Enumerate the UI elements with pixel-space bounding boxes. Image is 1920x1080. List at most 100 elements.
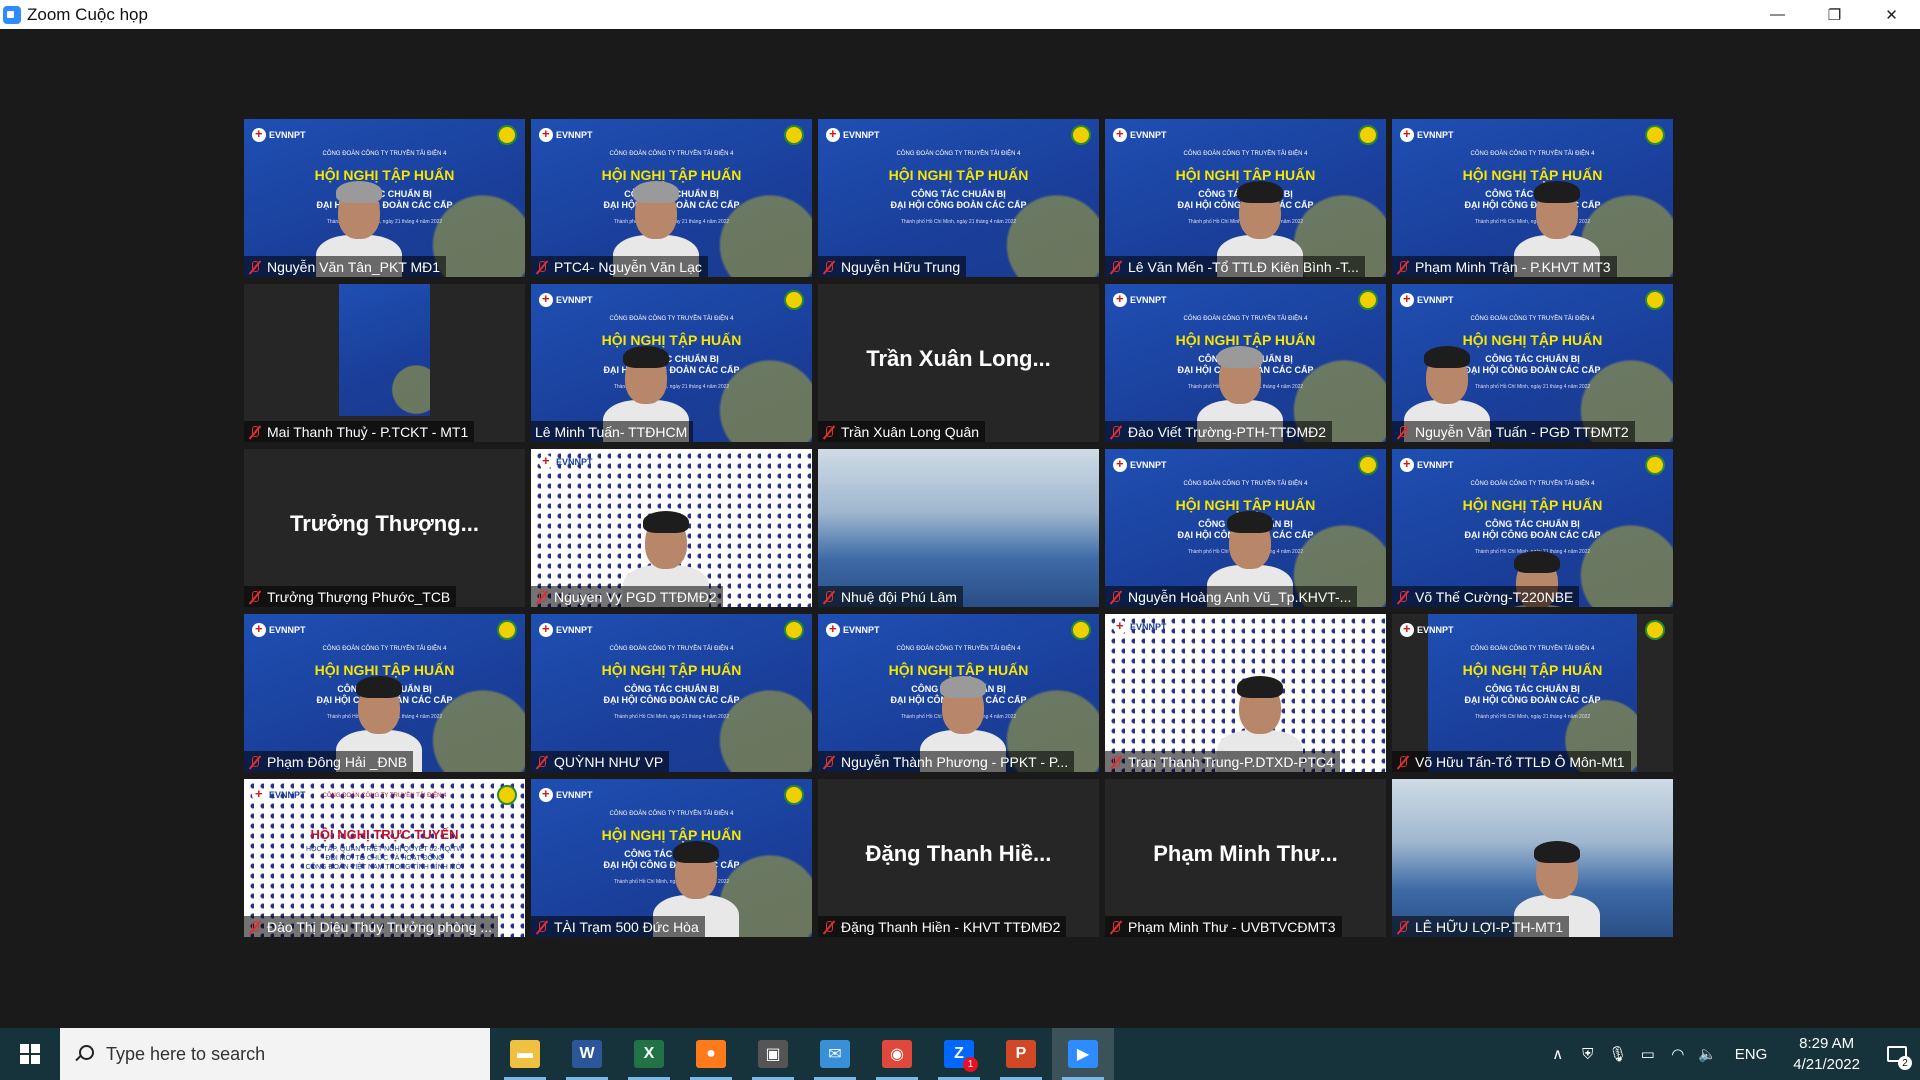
person-hair	[356, 676, 402, 698]
participant-name: LÊ HỮU LỢI-P.TH-MT1	[1415, 918, 1564, 935]
taskbar-clock[interactable]: 8:29 AM 4/21/2022	[1779, 1033, 1874, 1075]
participant-name: Trần Xuân Long Quân	[841, 423, 980, 440]
participant-tile[interactable]: EVNNPTCÔNG ĐOÀN CÔNG TY TRUYỀN TẢI ĐIỆN …	[1392, 284, 1673, 442]
slide-header: EVNNPT	[1400, 125, 1665, 145]
union-badge-icon	[1071, 620, 1091, 640]
show-hidden-icons-button[interactable]: ∧	[1543, 1028, 1573, 1080]
restore-button[interactable]: ❐	[1806, 0, 1863, 29]
taskbar-search-box[interactable]: Type here to search	[60, 1028, 490, 1080]
participant-display-name: Đặng Thanh Hiề...	[865, 841, 1052, 866]
participant-tile[interactable]: EVNNPTCÔNG ĐOÀN CÔNG TY TRUYỀN TẢI ĐIỆN …	[1105, 284, 1386, 442]
taskbar-app-chrome[interactable]: ◉	[866, 1028, 928, 1080]
participant-tile[interactable]: LÊ HỮU LỢI-P.TH-MT1	[1392, 779, 1673, 937]
participant-tile[interactable]: EVNNPTCÔNG ĐOÀN CÔNG TY TRUYỀN TẢI ĐIỆN …	[1105, 449, 1386, 607]
evn-logo: EVNNPT	[826, 126, 880, 142]
slide-header: EVNNPT	[539, 785, 804, 805]
participant-name: Nguyen Vy PGD TTĐMĐ2	[554, 588, 717, 605]
participant-tile[interactable]: Phạm Minh Thư... Phạm Minh Thư - UVBTVCĐM…	[1105, 779, 1386, 937]
participant-tile[interactable]: EVNNPTCÔNG ĐOÀN CÔNG TY TRUYỀN TẢI ĐIỆN …	[244, 119, 525, 277]
wifi-icon[interactable]: ◠	[1663, 1028, 1693, 1080]
slide-header: EVNNPT	[252, 620, 517, 640]
taskbar-app-presentation[interactable]: ▣	[742, 1028, 804, 1080]
mic-muted-icon	[822, 425, 836, 439]
taskbar-app-zoom[interactable]: ▶	[1052, 1028, 1114, 1080]
participant-tile[interactable]: Mai Thanh Thuỷ - P.TCKT - MT1	[244, 284, 525, 442]
mic-muted-icon	[1396, 590, 1410, 604]
mic-muted-icon	[1396, 755, 1410, 769]
participant-name-bar: Nguyễn Văn Tuấn - PGĐ TTĐMT2	[1392, 421, 1635, 442]
person-hair	[1534, 841, 1580, 863]
participant-tile[interactable]: EVNNPT CÔNG ĐOÀN CÔNG TY TRUYỀN TẢI ĐIỆN …	[818, 119, 1099, 277]
evn-logo-text: EVNNPT	[1417, 295, 1454, 305]
slide-header: EVNNPT	[826, 125, 1091, 145]
participant-tile[interactable]: EVNNPT CÔNG ĐOÀN CÔNG TY TRUYỀN TẢI ĐIỆN …	[531, 119, 812, 277]
participant-tile[interactable]: EVNNPT Tran Thanh Trung-P.DTXD-PTC4	[1105, 614, 1386, 772]
participant-tile[interactable]: EVNNPTCÔNG ĐOÀN CÔNG TY TRUYỀN TẢI ĐIỆN …	[531, 284, 812, 442]
evn-logo-icon	[539, 291, 553, 307]
participant-name-bar: Tran Thanh Trung-P.DTXD-PTC4	[1105, 751, 1340, 772]
participant-name: Nguyễn Hữu Trung	[841, 258, 961, 275]
participant-tile[interactable]: Trưởng Thượng... Trưởng Thượng Phước_TCB	[244, 449, 525, 607]
evn-logo-icon	[1113, 291, 1127, 307]
participant-tile[interactable]: EVNNPTCÔNG ĐOÀN CÔNG TY TRUYỀN TẢI ĐIỆN …	[1392, 614, 1673, 772]
start-button[interactable]	[0, 1028, 60, 1080]
mic-muted-icon	[822, 260, 836, 274]
microphone-icon[interactable]: 🎙	[1603, 1028, 1633, 1080]
participant-tile[interactable]: Đặng Thanh Hiề... Đặng Thanh Hiền - KHVT …	[818, 779, 1099, 937]
minimize-button[interactable]: —	[1749, 0, 1806, 29]
participant-tile[interactable]: EVNNPTCÔNG ĐOÀN CÔNG TY TRUYỀN TẢI ĐIỆN …	[1392, 449, 1673, 607]
taskbar-app-powerpoint[interactable]: P	[990, 1028, 1052, 1080]
participant-tile[interactable]: Nhuệ đội Phú Lâm	[818, 449, 1099, 607]
person-hair	[1424, 346, 1470, 368]
slide-header: EVNNPT	[539, 620, 804, 640]
slide-union-name: CÔNG ĐOÀN CÔNG TY TRUYỀN TẢI ĐIỆN 4	[609, 151, 734, 157]
taskbar-app-word[interactable]: W	[556, 1028, 618, 1080]
participant-tile[interactable]: EVNNPTCÔNG ĐOÀN CÔNG TY TRUYỀN TẢI ĐIỆN …	[1105, 119, 1386, 277]
participant-name-bar: Đào Viết Trường-PTH-TTĐMĐ2	[1105, 421, 1332, 442]
participant-name: QUỲNH NHƯ VP	[554, 753, 664, 770]
taskbar-app-excel[interactable]: X	[618, 1028, 680, 1080]
security-icon[interactable]: ⛨	[1573, 1028, 1603, 1080]
evn-logo-text: EVNNPT	[1130, 622, 1167, 632]
shared-slide-background	[339, 284, 430, 416]
participant-tile[interactable]: EVNNPTCÔNG ĐOÀN CÔNG TY TRUYỀN TẢI ĐIỆN …	[244, 614, 525, 772]
participant-tile[interactable]: EVNNPTCÔNG ĐOÀN CÔNG TY TRUYỀN TẢI ĐIỆN …	[1392, 119, 1673, 277]
input-language[interactable]: ENG	[1723, 1046, 1780, 1063]
participant-tile[interactable]: Trần Xuân Long... Trần Xuân Long Quân	[818, 284, 1099, 442]
volume-icon[interactable]: 🔈	[1693, 1028, 1723, 1080]
participant-name: Trưởng Thượng Phước_TCB	[267, 588, 451, 605]
slide-date: Thành phố Hồ Chí Minh, ngày 21 tháng 4 n…	[613, 714, 730, 720]
participant-name-bar: TÀI Trạm 500 Đức Hòa	[531, 916, 705, 937]
window-title-bar: Zoom Cuộc họp — ❐ ✕	[0, 0, 1920, 29]
slide-header: EVNNPT	[1113, 290, 1378, 310]
union-badge-icon	[784, 785, 804, 805]
participant-tile[interactable]: EVNNPT Nguyen Vy PGD TTĐMĐ2	[531, 449, 812, 607]
mic-muted-icon	[1109, 260, 1123, 274]
slide-header: EVNNPT	[539, 125, 804, 145]
slide-title: HỘI NGHỊ TẬP HUẤN	[1462, 497, 1603, 513]
evn-logo-icon	[1400, 291, 1414, 307]
participant-tile[interactable]: EVNNPTCÔNG ĐOÀN CÔNG TY TRUYỀN TẢI ĐIỆN …	[818, 614, 1099, 772]
slide-subtitle-line: ĐẠI HỘI CÔNG ĐOÀN CÁC CẤP	[1464, 530, 1601, 540]
taskbar-app-file-explorer[interactable]: ▬	[494, 1028, 556, 1080]
close-button[interactable]: ✕	[1863, 0, 1920, 29]
slide-union-name: CÔNG ĐOÀN CÔNG TY TRUYỀN TẢI ĐIỆN 4	[896, 151, 1021, 157]
excel-icon: X	[634, 1040, 664, 1068]
taskbar-app-firefox[interactable]: ●	[680, 1028, 742, 1080]
notification-center-button[interactable]: 2	[1874, 1028, 1920, 1080]
participant-name-bar: Phạm Minh Trận - P.KHVT MT3	[1392, 256, 1617, 277]
person-hair	[1237, 676, 1283, 698]
participant-name-bar: Võ Thế Cường-T220NBE	[1392, 586, 1580, 607]
participant-tile[interactable]: EVNNPTCÔNG ĐOÀN CÔNG TY TRUYỀN TẢI ĐIỆN …	[531, 779, 812, 937]
union-badge-icon	[1645, 125, 1665, 145]
participant-tile[interactable]: EVNNPTCÔNG ĐOÀN CÔNG TY TRUYỀN TẢI ĐIỆN …	[531, 614, 812, 772]
taskbar-app-zalo[interactable]: Z1	[928, 1028, 990, 1080]
person-hair	[1514, 551, 1560, 573]
slide-union-name: CÔNG ĐOÀN CÔNG TY TRUYỀN TẢI ĐIỆN 4	[322, 151, 447, 157]
slide-subtitle: HỌC TẬP, QUÁN TRIỆT NGHỊ QUYẾT 02-NQ/TW Đ…	[264, 845, 505, 872]
slide-subtitle-line: ĐẠI HỘI CÔNG ĐOÀN CÁC CẤP	[1464, 695, 1601, 705]
battery-icon[interactable]: ▭	[1633, 1028, 1663, 1080]
slide-union-name: CÔNG ĐOÀN CÔNG TY TRUYỀN TẢI ĐIỆN 4	[1183, 151, 1308, 157]
participant-tile[interactable]: EVNNPTCÔNG ĐOÀN CÔNG TY TRUYỀN TẢI ĐIỆN …	[244, 779, 525, 937]
taskbar-app-outlook[interactable]: ✉	[804, 1028, 866, 1080]
